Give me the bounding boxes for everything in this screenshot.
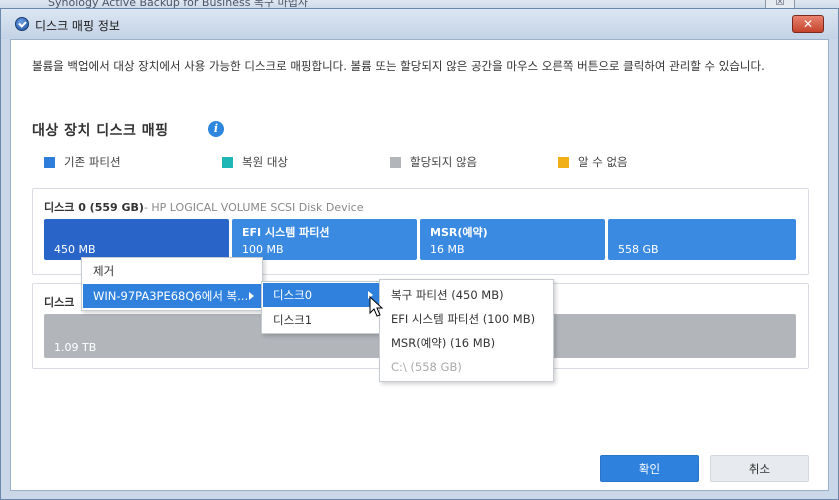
legend: 기존 파티션 복원 대상 할당되지 않음 알 수 없음	[44, 154, 744, 170]
partition-c[interactable]: 558 GB	[608, 219, 796, 260]
submenu-partitions: 복구 파티션 (450 MB) EFI 시스템 파티션 (100 MB) MSR…	[379, 279, 554, 382]
ok-button[interactable]: 확인	[600, 455, 699, 482]
menu-item-recovery-partition[interactable]: 복구 파티션 (450 MB)	[381, 283, 552, 307]
disk-mapping-dialog: 디스크 매핑 정보 ✕ 볼륨을 백업에서 대상 장치에서 사용 가능한 디스크로…	[0, 8, 839, 500]
legend-item-unknown: 알 수 없음	[558, 154, 628, 170]
disk-header: 디스크 0 (559 GB)- HP LOGICAL VOLUME SCSI D…	[44, 199, 364, 215]
dialog-title: 디스크 매핑 정보	[35, 19, 120, 33]
disk-header: 디스크	[44, 294, 74, 310]
menu-item-label: 디스크0	[273, 288, 313, 302]
menu-item-restore-from[interactable]: WIN-97PA3PE68Q6에서 복...	[83, 284, 261, 308]
partition-size: 16 MB	[430, 243, 465, 256]
partition-efi[interactable]: EFI 시스템 파티션 100 MB	[232, 219, 417, 260]
partition-name: MSR(예약)	[430, 226, 488, 239]
partition-size: 100 MB	[242, 243, 284, 256]
menu-item-remove[interactable]: 제거	[83, 259, 261, 283]
close-button[interactable]: ✕	[792, 15, 824, 33]
menu-item-c-drive: C:\ (558 GB)	[391, 360, 462, 374]
menu-item-disk1[interactable]: 디스크1	[263, 308, 380, 332]
disk-name: 디스크	[44, 296, 75, 309]
legend-item-unallocated: 할당되지 않음	[390, 154, 477, 170]
legend-swatch-restore-target	[222, 156, 233, 168]
legend-label: 기존 파티션	[64, 155, 121, 169]
dialog-description: 볼륨을 백업에서 대상 장치에서 사용 가능한 디스크로 매핑합니다. 볼륨 또…	[32, 59, 765, 73]
partition-size: 450 MB	[54, 243, 96, 256]
mouse-cursor-icon	[369, 296, 384, 317]
disk-name: 디스크 0 (559 GB)	[44, 201, 144, 214]
legend-label: 알 수 없음	[578, 155, 628, 169]
menu-item-disk0[interactable]: 디스크0	[263, 283, 380, 307]
app-icon	[15, 17, 29, 31]
legend-swatch-unknown	[558, 156, 569, 168]
context-menu: 제거 WIN-97PA3PE68Q6에서 복...	[81, 257, 263, 311]
legend-item-restore-target: 복원 대상	[222, 154, 288, 170]
submenu-disks: 디스크0 디스크1	[261, 281, 382, 334]
disk-model: - HP LOGICAL VOLUME SCSI Disk Device	[143, 201, 364, 214]
info-icon[interactable]: i	[208, 121, 224, 137]
partition-recovery[interactable]: 450 MB	[44, 219, 229, 260]
menu-item-label: WIN-97PA3PE68Q6에서 복...	[93, 289, 249, 303]
legend-label: 할당되지 않음	[410, 155, 478, 169]
partition-msr[interactable]: MSR(예약) 16 MB	[420, 219, 605, 260]
legend-item-existing: 기존 파티션	[44, 154, 121, 170]
menu-item-msr-partition[interactable]: MSR(예약) (16 MB)	[381, 331, 552, 355]
partition-name: EFI 시스템 파티션	[242, 226, 330, 239]
partition-size: 558 GB	[618, 243, 659, 256]
legend-swatch-unallocated	[390, 156, 401, 168]
partition-size: 1.09 TB	[54, 341, 97, 354]
menu-item-efi-partition[interactable]: EFI 시스템 파티션 (100 MB)	[381, 307, 552, 331]
legend-label: 복원 대상	[242, 155, 288, 169]
cancel-button[interactable]: 취소	[710, 455, 809, 482]
dialog-titlebar: 디스크 매핑 정보 ✕	[1, 9, 838, 39]
submenu-arrow-icon	[249, 292, 254, 300]
legend-swatch-existing	[44, 156, 55, 168]
section-title: 대상 장치 디스크 매핑	[32, 123, 169, 139]
